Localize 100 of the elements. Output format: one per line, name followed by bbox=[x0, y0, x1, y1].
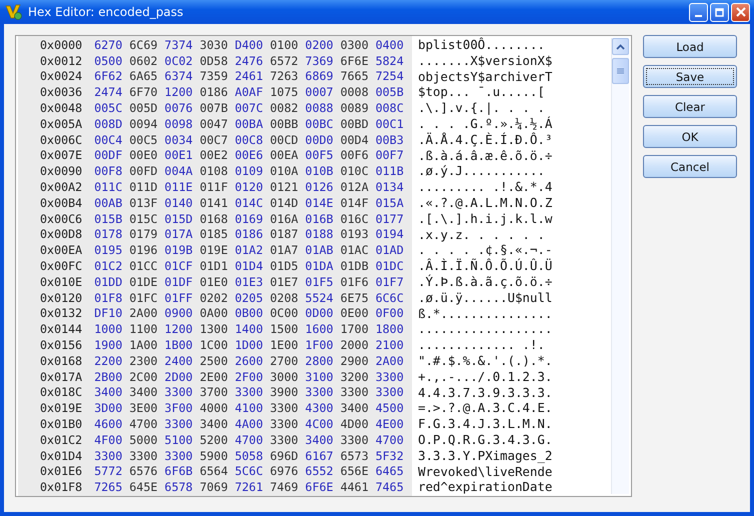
hex-value: 1500 bbox=[270, 322, 298, 336]
hex-value: 00F6 bbox=[340, 148, 368, 162]
hex-value: 0186 bbox=[234, 227, 264, 242]
hex-value: 0109 bbox=[234, 164, 264, 178]
address-cell: 0x0156 bbox=[40, 338, 82, 352]
hex-value: 1E00 bbox=[270, 338, 298, 352]
hex-value: 3300 bbox=[340, 432, 368, 447]
hex-value: 3300 bbox=[234, 385, 264, 400]
hex-value: 2F00 bbox=[234, 370, 264, 384]
close-button[interactable] bbox=[731, 2, 750, 22]
hex-value: 3E00 bbox=[129, 401, 158, 416]
hex-value: 2476 bbox=[234, 54, 264, 68]
hex-value: 2A00 bbox=[129, 306, 158, 320]
ascii-text: .x.y.z. . . . . . bbox=[418, 226, 546, 242]
hex-value: 0195 bbox=[94, 243, 122, 258]
hex-value: 01D4 bbox=[234, 259, 264, 274]
ascii-text: F.G.3.4.J.3.L.M.N. bbox=[418, 416, 554, 432]
hex-value: 01CC bbox=[129, 259, 158, 274]
ascii-text: .Ä.Å.4.Ç.È.Í.Ð.Ô.³ bbox=[418, 132, 554, 148]
ascii-text: objectsY$archiverT bbox=[418, 68, 554, 84]
hex-value: 0186 bbox=[200, 85, 228, 100]
scroll-up-button[interactable] bbox=[612, 38, 629, 55]
hex-value: 3300 bbox=[375, 370, 404, 384]
vertical-scrollbar[interactable] bbox=[611, 38, 629, 494]
hex-value: 011D bbox=[129, 180, 158, 194]
hex-value: 0194 bbox=[375, 227, 404, 242]
hex-value: 007C bbox=[234, 101, 264, 116]
hex-value: 01F7 bbox=[375, 274, 404, 289]
hex-value: 00C8 bbox=[234, 132, 264, 147]
hex-value: 6465 bbox=[375, 464, 404, 478]
hex-value: 016A bbox=[270, 212, 298, 226]
hex-value: 3300 bbox=[94, 448, 122, 463]
dialog-button[interactable]: Save bbox=[643, 65, 737, 88]
hex-value: 01E3 bbox=[234, 274, 264, 289]
hex-value: 00D4 bbox=[340, 132, 368, 147]
ascii-text: . . . .G.º.».¼.½.Á bbox=[418, 116, 554, 132]
hex-value: 4D00 bbox=[340, 417, 368, 432]
hex-value: 3300 bbox=[129, 448, 158, 463]
address-cell: 0x0036 bbox=[40, 85, 82, 100]
hex-value: 2E00 bbox=[200, 370, 228, 384]
hex-value: 5900 bbox=[200, 448, 228, 463]
hex-value: 0500 bbox=[94, 54, 122, 68]
hex-value: 7263 bbox=[270, 69, 298, 84]
ascii-text: Wrevoked\liveRende bbox=[418, 464, 554, 480]
hex-value: 2000 bbox=[340, 338, 368, 352]
hex-value: 4700 bbox=[375, 432, 404, 447]
hex-value: 1100 bbox=[129, 322, 158, 336]
hex-value: 1075 bbox=[270, 85, 298, 100]
hex-value: 3300 bbox=[375, 385, 404, 400]
hex-value: 0187 bbox=[270, 227, 298, 242]
hex-value: 3D00 bbox=[94, 401, 122, 416]
hex-value: 01AD bbox=[375, 243, 404, 258]
address-cell: 0x0024 bbox=[40, 69, 82, 84]
hex-value: 3F00 bbox=[164, 401, 193, 416]
minimize-button[interactable] bbox=[689, 2, 708, 22]
hex-value: 015C bbox=[129, 212, 158, 226]
hex-value: 4A00 bbox=[234, 417, 264, 432]
hex-value: 656E bbox=[340, 464, 368, 478]
hex-value: 6374 bbox=[164, 69, 193, 84]
hex-value: 00F7 bbox=[375, 148, 404, 162]
hex-value: 4300 bbox=[305, 401, 334, 416]
hex-value: 0076 bbox=[164, 101, 193, 116]
scrollbar-thumb[interactable] bbox=[612, 58, 629, 84]
hex-value: 011C bbox=[94, 180, 122, 194]
address-cell: 0x019E bbox=[40, 401, 82, 416]
hex-value: 00BC bbox=[305, 116, 334, 131]
hex-value: 5824 bbox=[375, 54, 404, 68]
ascii-text: .[.\.].h.i.j.k.l.w bbox=[418, 210, 554, 227]
hex-value: 00BD bbox=[340, 116, 368, 131]
hex-value: 01A2 bbox=[234, 243, 264, 258]
hex-value: 0177 bbox=[375, 212, 404, 226]
hex-value: 696D bbox=[270, 448, 298, 463]
dialog-button[interactable]: Clear bbox=[643, 95, 737, 118]
address-cell: 0x018C bbox=[40, 385, 82, 400]
hex-value: 012A bbox=[340, 180, 368, 194]
hex-value: 0C02 bbox=[164, 54, 193, 68]
dialog-button[interactable]: Cancel bbox=[643, 155, 737, 178]
hex-value: 7369 bbox=[305, 54, 334, 68]
ascii-text: ß.*............... bbox=[418, 306, 554, 322]
ascii-text: bplist00Ô........ bbox=[418, 37, 546, 53]
hex-value: 016B bbox=[305, 212, 334, 226]
hex-value: 1400 bbox=[234, 322, 264, 336]
address-cell: 0x00D8 bbox=[40, 227, 82, 242]
hex-value: 3200 bbox=[340, 370, 368, 384]
hex-value: 00F8 bbox=[94, 164, 122, 178]
maximize-button[interactable] bbox=[710, 2, 729, 22]
address-cell: 0x007E bbox=[40, 148, 82, 162]
dialog-button[interactable]: Load bbox=[643, 35, 737, 58]
hex-value: 4C00 bbox=[305, 417, 334, 432]
dialog-button[interactable]: OK bbox=[643, 125, 737, 148]
hex-value: 2474 bbox=[94, 85, 122, 100]
hex-value: 6576 bbox=[129, 464, 158, 478]
hex-value: 011E bbox=[164, 180, 193, 194]
hex-value: 6270 bbox=[94, 38, 122, 52]
hex-value: 4700 bbox=[129, 417, 158, 432]
hex-value: 0D00 bbox=[305, 306, 334, 320]
hex-value: 00E6 bbox=[234, 148, 264, 162]
hex-value: 1D00 bbox=[234, 338, 264, 352]
hex-value: 6572 bbox=[270, 54, 298, 68]
hex-value: 3300 bbox=[270, 401, 298, 416]
